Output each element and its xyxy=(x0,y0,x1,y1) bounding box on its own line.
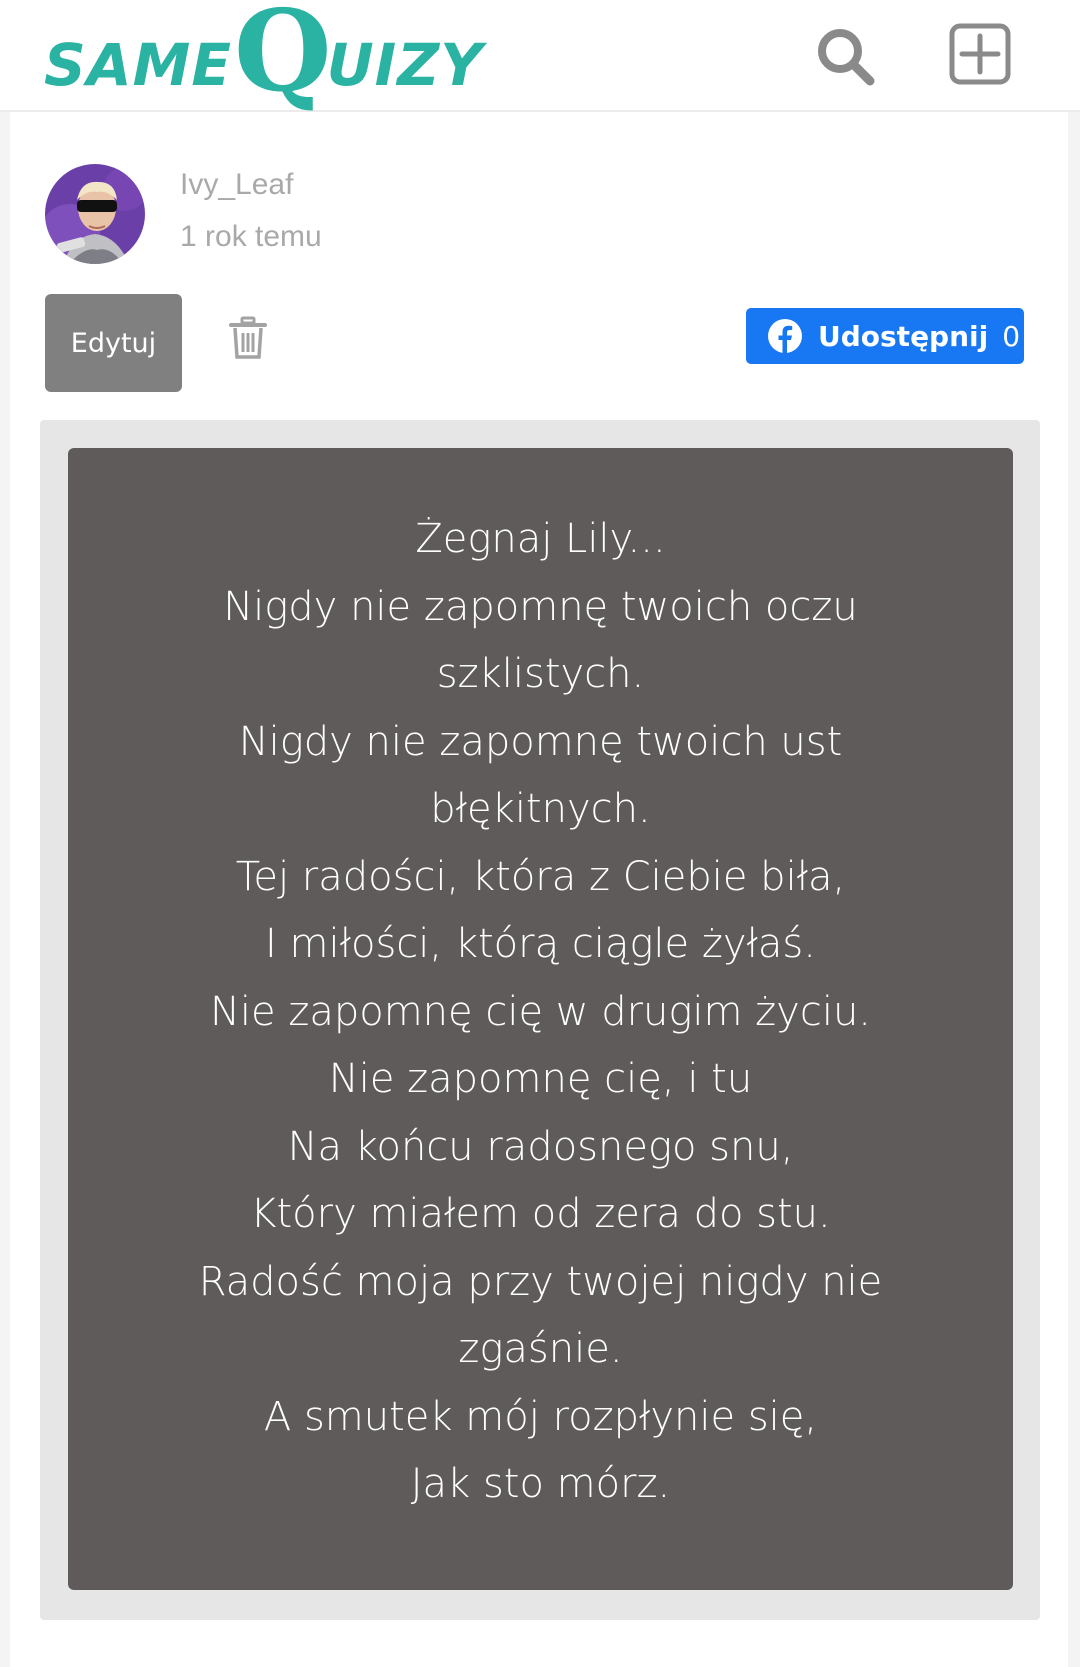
logo-text-q: Q xyxy=(234,0,333,117)
poem-line: A smutek mój rozpłynie się, xyxy=(263,1393,818,1440)
facebook-share-button[interactable]: Udostępnij 0 xyxy=(746,308,1024,364)
share-count: 0 xyxy=(1002,319,1021,353)
edit-button[interactable]: Edytuj xyxy=(45,294,182,392)
poem-line: I miłości, którą ciągle żyłaś. xyxy=(265,921,816,967)
search-button[interactable] xyxy=(814,25,878,89)
poem-line: zgaśnie. xyxy=(458,1326,623,1372)
poem-line: Nigdy nie zapomnę twoich oczu xyxy=(223,583,858,630)
avatar[interactable] xyxy=(45,164,145,264)
poem-line: szklistych. xyxy=(436,651,645,697)
poem-line: błękitnych. xyxy=(430,786,651,832)
post-timestamp: 1 rok temu xyxy=(180,220,322,253)
poem-line: Jak sto mórz. xyxy=(410,1461,671,1507)
poem-frame: Żegnaj Lily... Nigdy nie zapomnę twoich … xyxy=(40,420,1040,1620)
poem-line: Żegnaj Lily... xyxy=(415,516,666,562)
user-avatar-image xyxy=(45,164,145,264)
search-icon xyxy=(818,29,875,86)
poem-line: Na końcu radosnego snu, xyxy=(287,1123,794,1170)
poem-line: Nigdy nie zapomnę twoich ust xyxy=(238,718,843,765)
logo-text-same: SAME xyxy=(44,31,232,99)
facebook-icon xyxy=(768,319,802,353)
share-label: Udostępnij xyxy=(818,319,989,353)
trash-icon xyxy=(229,316,267,359)
poem-line: Nie zapomnę cię w drugim życiu. xyxy=(209,988,872,1035)
top-header: SAME Q UIZY xyxy=(0,0,1080,112)
poem-text: Żegnaj Lily... Nigdy nie zapomnę twoich … xyxy=(151,506,931,1590)
delete-button[interactable] xyxy=(228,316,268,360)
poem-line: Który miałem od zera do stu. xyxy=(250,1191,831,1237)
samequizy-logo[interactable]: SAME Q UIZY xyxy=(44,0,483,110)
poem-line: Radość moja przy twojej nigdy nie xyxy=(198,1258,883,1305)
logo-text-uizy: UIZY xyxy=(326,31,484,99)
author-name[interactable]: Ivy_Leaf xyxy=(180,168,293,202)
poem-line: Nie zapomnę cię, i tu xyxy=(328,1056,753,1102)
poem-box: Żegnaj Lily... Nigdy nie zapomnę twoich … xyxy=(68,448,1013,1590)
poem-line: Tej radości, która z Ciebie biła, xyxy=(235,853,846,900)
add-quiz-button[interactable] xyxy=(948,22,1012,86)
plus-square-icon xyxy=(949,23,1011,85)
post-card: Ivy_Leaf 1 rok temu Edytuj Udostępnij 0 … xyxy=(10,112,1068,1667)
